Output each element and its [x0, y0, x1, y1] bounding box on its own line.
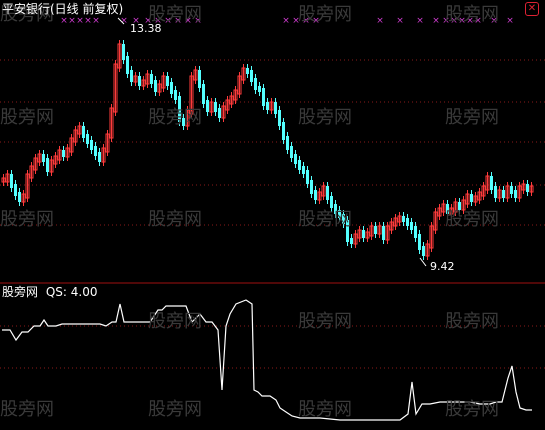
- candle-body: [122, 44, 125, 60]
- candle-body: [314, 190, 317, 200]
- close-icon[interactable]: ✕: [525, 2, 539, 16]
- candle-body: [274, 102, 277, 114]
- signal-marker: ×: [92, 16, 100, 26]
- watermark: 股旁网: [298, 399, 352, 420]
- candle-body: [286, 136, 289, 150]
- candle-body: [170, 82, 173, 94]
- watermark: 股旁网: [148, 311, 202, 332]
- candle-body: [246, 68, 249, 74]
- candle-body: [414, 226, 417, 238]
- candle-body: [422, 246, 425, 256]
- candle-body: [374, 226, 377, 234]
- candle-body: [502, 190, 505, 198]
- candle-body: [206, 100, 209, 112]
- candle-body: [514, 190, 517, 198]
- signal-marker: ×: [432, 16, 440, 26]
- candle-body: [306, 170, 309, 184]
- candle-body: [10, 174, 13, 188]
- candle-body: [94, 146, 97, 156]
- signal-marker: ×: [282, 16, 290, 26]
- chart-canvas[interactable]: × × × × × × × × × × × × × × × × × × × × × × × × × × × × 13.38 9.42 股旁…: [0, 0, 545, 426]
- watermark: 股旁网: [445, 107, 499, 128]
- candle-body: [362, 230, 365, 238]
- candle-body: [298, 160, 301, 170]
- watermark: 股旁网: [148, 209, 202, 230]
- candle-body: [490, 176, 493, 190]
- watermark: 股旁网: [445, 311, 499, 332]
- candle-body: [250, 70, 253, 82]
- indicator-param-value: 4.00: [70, 285, 98, 299]
- signal-marker: ×: [84, 16, 92, 26]
- candle-body: [130, 70, 133, 82]
- signal-marker: ×: [60, 16, 68, 26]
- candle-body: [510, 186, 513, 194]
- indicator-name: 股旁网: [2, 285, 39, 299]
- candle-body: [402, 216, 405, 222]
- candle-body: [174, 90, 177, 100]
- watermark: 股旁网: [0, 107, 54, 128]
- watermark: 股旁网: [148, 4, 202, 25]
- watermark: 股旁网: [298, 209, 352, 230]
- candle-body: [14, 184, 17, 196]
- chart-title: 平安银行(日线 前复权): [2, 2, 124, 16]
- candle-body: [62, 150, 65, 157]
- candle-body: [418, 234, 421, 250]
- candle-body: [282, 122, 285, 140]
- candle-body: [278, 110, 281, 126]
- low-price-label: 9.42: [430, 260, 455, 273]
- watermark: 股旁网: [298, 311, 352, 332]
- candle-body: [138, 76, 141, 86]
- candle-body: [90, 140, 93, 150]
- candle-body: [166, 76, 169, 86]
- watermark: 股旁网: [0, 399, 54, 420]
- candle-body: [82, 126, 85, 138]
- candle-body: [382, 226, 385, 240]
- candle-body: [254, 78, 257, 90]
- signal-marker: ×: [416, 16, 424, 26]
- signal-marker: ×: [76, 16, 84, 26]
- candle-body: [214, 102, 217, 112]
- candle-body: [258, 86, 261, 92]
- candle-body: [302, 166, 305, 174]
- candle-body: [494, 186, 497, 198]
- candle-body: [42, 154, 45, 162]
- candle-body: [294, 154, 297, 164]
- candle-body: [98, 152, 101, 162]
- candle-body: [526, 184, 529, 192]
- candle-body: [18, 192, 21, 202]
- candle-body: [86, 134, 89, 144]
- signal-marker: ×: [396, 16, 404, 26]
- candle-body: [470, 194, 473, 202]
- candle-body: [198, 70, 201, 88]
- watermark: 股旁网: [148, 107, 202, 128]
- watermark: 股旁网: [445, 399, 499, 420]
- watermark: 股旁网: [298, 107, 352, 128]
- watermark: 股旁网: [445, 4, 499, 25]
- indicator-header: 股旁网 QS: 4.00: [2, 285, 98, 299]
- candle-body: [46, 158, 49, 172]
- signal-marker: ×: [506, 16, 514, 26]
- watermark: 股旁网: [445, 209, 499, 230]
- candle-body: [350, 238, 353, 244]
- watermark: 股旁网: [0, 209, 54, 230]
- candle-body: [154, 80, 157, 92]
- candle-body: [266, 102, 269, 110]
- candle-body: [262, 88, 265, 106]
- candle-body: [326, 186, 329, 200]
- candle-body: [410, 222, 413, 230]
- signal-marker: ×: [376, 16, 384, 26]
- watermark: 股旁网: [298, 4, 352, 25]
- signal-marker: ×: [68, 16, 76, 26]
- indicator-param-label: QS:: [45, 285, 67, 299]
- candle-body: [290, 146, 293, 158]
- candle-body: [150, 74, 153, 84]
- candle-body: [406, 218, 409, 226]
- watermark: 股旁网: [148, 399, 202, 420]
- candle-body: [310, 180, 313, 194]
- candle-body: [126, 56, 129, 74]
- candle-body: [202, 84, 205, 104]
- candle-body: [218, 108, 221, 118]
